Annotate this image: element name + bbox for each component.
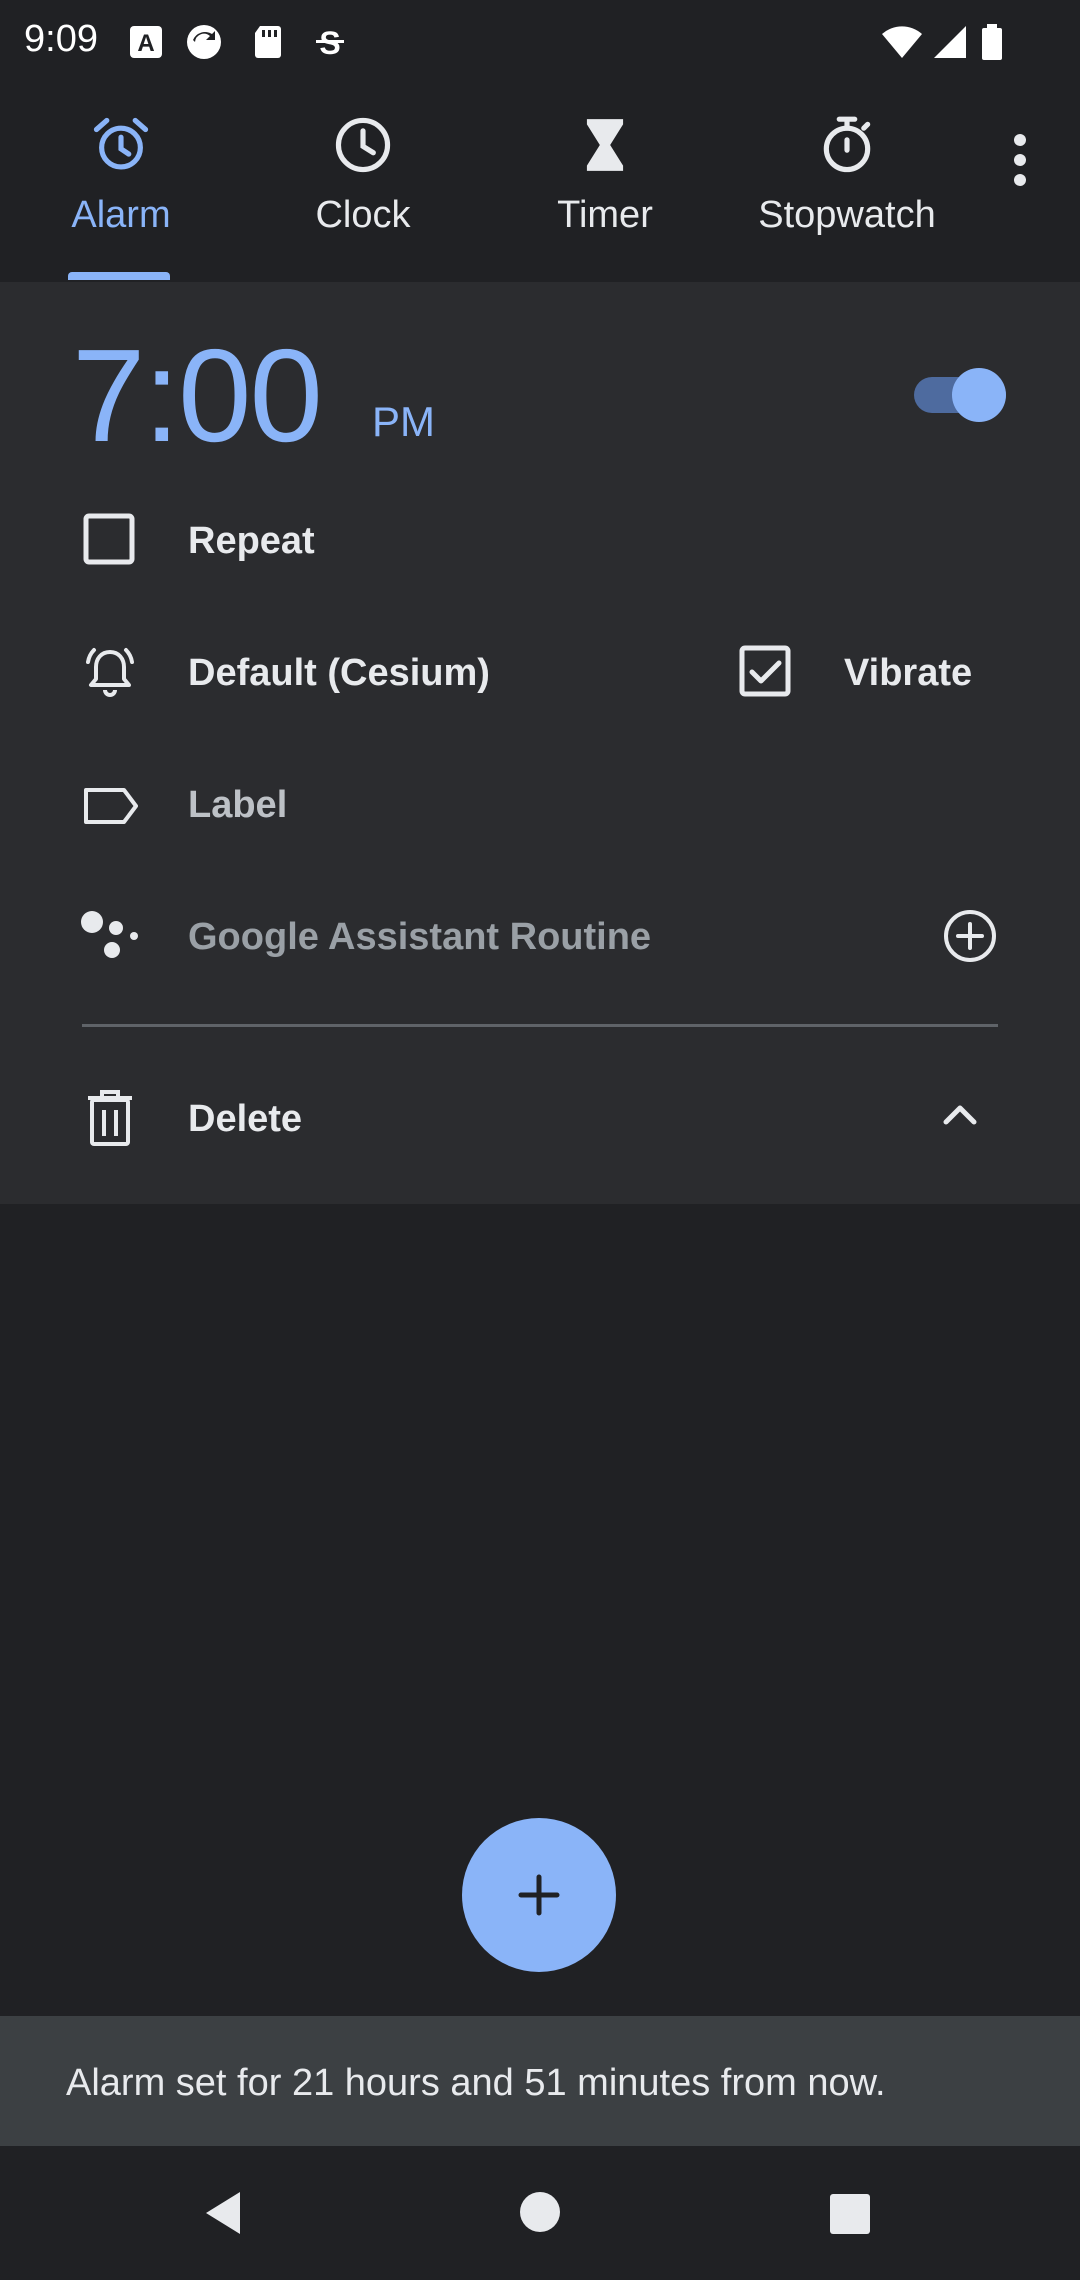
repeat-checkbox[interactable] (80, 510, 140, 570)
alarm-bell-icon[interactable] (80, 642, 140, 702)
clock-icon (335, 117, 391, 173)
trash-icon[interactable] (80, 1088, 140, 1148)
add-alarm-button[interactable] (462, 1818, 616, 1972)
label-tag-icon[interactable] (80, 776, 140, 836)
recents-icon[interactable] (828, 2192, 872, 2236)
stopwatch-icon (823, 116, 871, 173)
alarm-icon (93, 117, 149, 170)
ringtone-label[interactable]: Default (Cesium) (188, 652, 490, 695)
toggle-thumb (952, 368, 1006, 422)
tab-label: Timer (557, 194, 653, 236)
active-tab-indicator (68, 272, 170, 280)
vibrate-label[interactable]: Vibrate (844, 652, 972, 695)
tab-stopwatch[interactable]: Stopwatch (726, 100, 968, 282)
repeat-label[interactable]: Repeat (188, 520, 315, 563)
home-icon[interactable] (518, 2190, 562, 2234)
hourglass-icon (586, 119, 624, 171)
sync-app-icon (184, 22, 224, 62)
chevron-up-icon[interactable] (930, 1084, 990, 1144)
alarm-ampm: PM (372, 398, 435, 445)
vibrate-checkbox[interactable] (736, 642, 796, 702)
wifi-icon (880, 22, 924, 62)
alarm-time[interactable]: 7:00 (72, 320, 323, 471)
label-field[interactable]: Label (188, 784, 287, 827)
routine-label: Google Assistant Routine (188, 916, 652, 958)
tab-alarm[interactable]: Alarm (0, 100, 242, 282)
battery-icon (978, 22, 1006, 62)
svg-text:A: A (137, 30, 154, 57)
tab-label: Clock (315, 194, 411, 236)
sd-card-icon (248, 22, 288, 62)
tab-timer[interactable]: Timer (484, 100, 726, 282)
back-icon[interactable] (200, 2188, 250, 2238)
tab-label: Alarm (71, 194, 171, 236)
plus-icon (518, 1874, 560, 1916)
strikethrough-s-icon: S (310, 22, 350, 62)
snackbar-message: Alarm set for 21 hours and 51 minutes fr… (66, 2062, 886, 2104)
tab-clock[interactable]: Clock (242, 100, 484, 282)
add-routine-icon[interactable] (940, 906, 1000, 966)
more-options-icon[interactable] (990, 128, 1050, 192)
notification-a-icon: A (126, 22, 166, 62)
tab-label: Stopwatch (758, 194, 936, 236)
google-assistant-icon (78, 906, 138, 966)
cell-signal-icon (930, 22, 970, 62)
divider (82, 1024, 998, 1027)
status-time: 9:09 (24, 18, 98, 60)
delete-label[interactable]: Delete (188, 1098, 302, 1141)
